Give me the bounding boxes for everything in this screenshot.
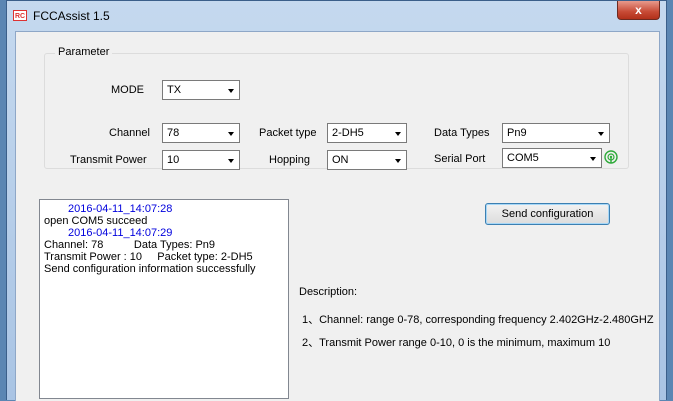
chevron-down-icon	[395, 132, 401, 136]
hopping-select[interactable]: ON	[327, 150, 407, 170]
description-item: 2、Transmit Power range 0-10, 0 is the mi…	[302, 337, 611, 349]
transmit-power-select[interactable]: 10	[162, 150, 240, 170]
app-window: RC FCCAssist 1.5 x Parameter MODE TX Cha…	[6, 0, 667, 401]
description-item: 1、Channel: range 0-78, corresponding fre…	[302, 314, 654, 326]
packet-type-select[interactable]: 2-DH5	[327, 123, 407, 143]
serial-port-value: COM5	[507, 152, 539, 164]
serial-port-label: Serial Port	[434, 153, 486, 165]
parameter-group-label: Parameter	[55, 46, 113, 58]
transmit-power-label: Transmit Power	[70, 154, 147, 166]
serial-port-select[interactable]: COM5	[502, 148, 602, 168]
log-line: Send configuration information successfu…	[44, 263, 256, 275]
log-line: open COM5 succeed	[44, 215, 148, 227]
send-configuration-button[interactable]: Send configuration	[485, 203, 610, 225]
title-bar[interactable]: RC FCCAssist 1.5 x	[7, 1, 666, 31]
log-output[interactable]: 2016-04-11_14:07:28 open COM5 succeed 20…	[39, 199, 289, 399]
close-button[interactable]: x	[617, 1, 660, 20]
transmit-power-value: 10	[167, 154, 180, 166]
window-title: FCCAssist 1.5	[33, 9, 110, 23]
hopping-label: Hopping	[269, 154, 310, 166]
log-line: Channel: 78 Data Types: Pn9	[44, 239, 216, 251]
channel-label: Channel	[109, 127, 150, 139]
mode-select[interactable]: TX	[162, 80, 240, 100]
chevron-down-icon	[590, 157, 596, 161]
channel-select[interactable]: 78	[162, 123, 240, 143]
chevron-down-icon	[228, 159, 234, 163]
mode-label: MODE	[111, 84, 144, 96]
chevron-down-icon	[395, 159, 401, 163]
log-timestamp: 2016-04-11_14:07:28	[68, 203, 173, 215]
data-types-label: Data Types	[434, 127, 490, 139]
connected-signal-icon	[604, 150, 618, 164]
packet-type-value: 2-DH5	[332, 127, 364, 139]
log-timestamp: 2016-04-11_14:07:29	[68, 227, 173, 239]
packet-type-label: Packet type	[259, 127, 317, 139]
channel-value: 78	[167, 127, 180, 139]
data-types-value: Pn9	[507, 127, 527, 139]
description-title: Description:	[299, 286, 358, 298]
log-line: Transmit Power : 10 Packet type: 2-DH5	[44, 251, 253, 263]
client-area: Parameter MODE TX Channel 78 Packet type…	[15, 31, 660, 401]
hopping-value: ON	[332, 154, 349, 166]
chevron-down-icon	[228, 89, 234, 93]
app-logo-icon: RC	[13, 10, 27, 21]
data-types-select[interactable]: Pn9	[502, 123, 610, 143]
mode-value: TX	[167, 84, 182, 96]
chevron-down-icon	[598, 132, 604, 136]
chevron-down-icon	[228, 132, 234, 136]
